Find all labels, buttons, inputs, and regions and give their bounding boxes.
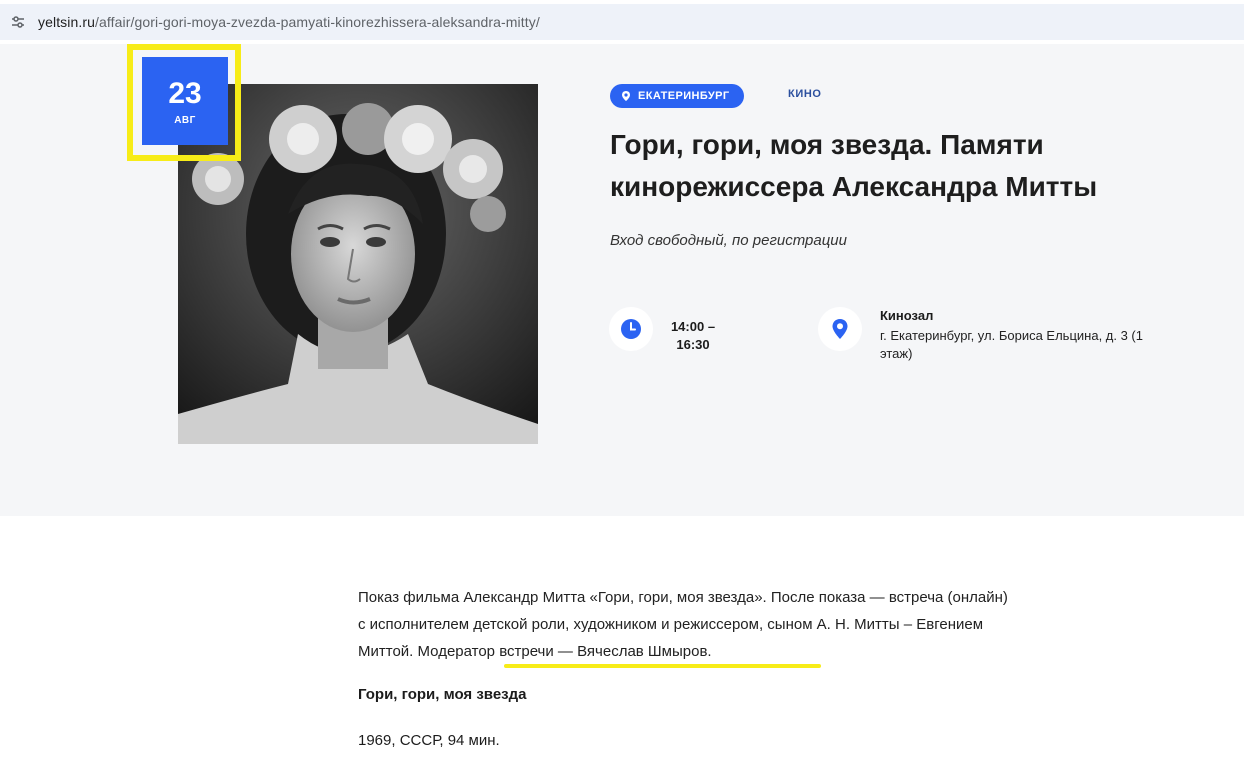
place-name: Кинозал bbox=[880, 308, 934, 323]
film-meta: 1969, СССР, 94 мин. bbox=[358, 732, 500, 749]
time-icon-circle bbox=[609, 307, 653, 351]
date-highlight-frame bbox=[127, 44, 241, 161]
film-title: Гори, гори, моя звезда bbox=[358, 686, 527, 703]
url-path: /affair/gori-gori-moya-zvezda-pamyati-ki… bbox=[95, 14, 540, 30]
time-start: 14:00 – bbox=[670, 319, 716, 334]
site-settings-icon[interactable] bbox=[10, 14, 26, 30]
category-tag[interactable]: КИНО bbox=[788, 88, 822, 100]
moderator-highlight-underline bbox=[504, 664, 821, 668]
event-title: Гори, гори, моя звезда. Памяти кинорежис… bbox=[610, 129, 1098, 202]
place-icon-circle bbox=[818, 307, 862, 351]
event-description: Показ фильма Александр Митта «Гори, гори… bbox=[358, 584, 1008, 665]
event-subtitle: Вход свободный, по регистрации bbox=[610, 232, 847, 249]
city-tag[interactable]: ЕКАТЕРИНБУРГ bbox=[610, 84, 744, 108]
browser-address-bar: yeltsin.ru/affair/gori-gori-moya-zvezda-… bbox=[0, 0, 1244, 44]
url-host: yeltsin.ru bbox=[38, 14, 96, 30]
url-text[interactable]: yeltsin.ru/affair/gori-gori-moya-zvezda-… bbox=[38, 14, 540, 30]
event-time: 14:00 – 16:30 bbox=[664, 318, 722, 354]
map-pin-icon bbox=[832, 319, 848, 339]
address-field[interactable]: yeltsin.ru/affair/gori-gori-moya-zvezda-… bbox=[0, 4, 1244, 40]
city-tag-label: ЕКАТЕРИНБУРГ bbox=[638, 90, 730, 102]
location-pin-icon bbox=[622, 91, 630, 101]
place-address: г. Екатеринбург, ул. Бориса Ельцина, д. … bbox=[880, 328, 1143, 361]
moderator-text: Модератор встречи — Вячеслав Шмыров. bbox=[417, 643, 712, 660]
time-end: 16:30 bbox=[676, 337, 710, 352]
clock-icon bbox=[621, 319, 641, 339]
